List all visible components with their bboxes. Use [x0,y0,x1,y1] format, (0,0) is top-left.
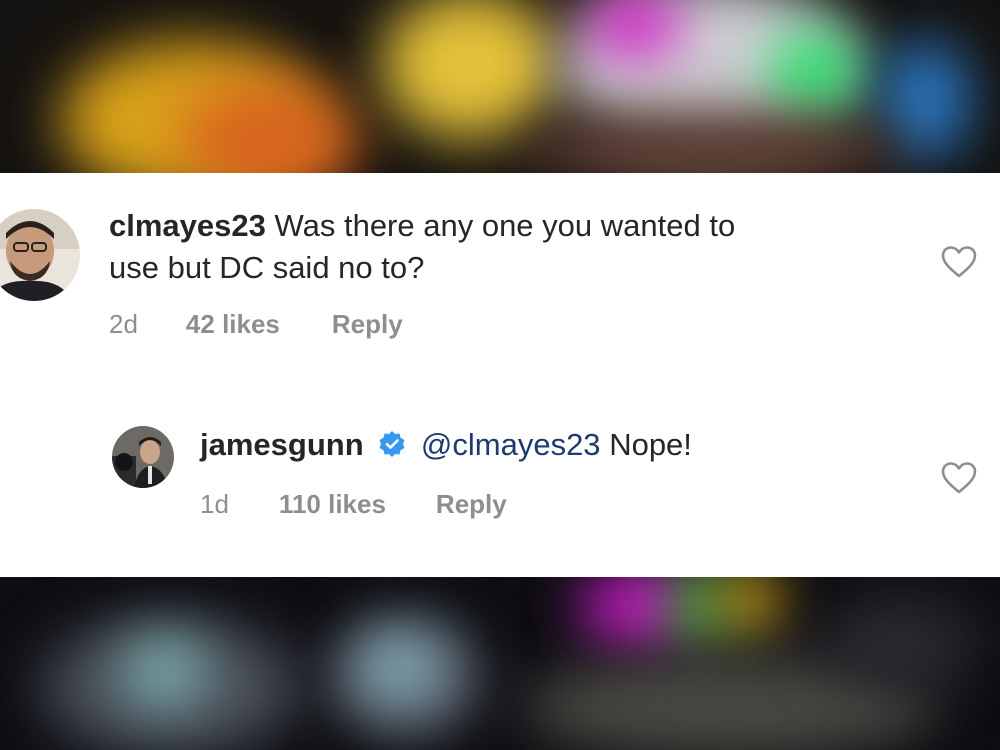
reply-button[interactable]: Reply [332,309,403,340]
heart-outline-icon[interactable] [941,461,977,495]
reply-likes[interactable]: 110 likes [279,489,386,520]
reply-username[interactable]: jamesgunn [200,427,364,462]
avatar[interactable] [0,209,80,301]
verified-badge-icon [379,431,405,457]
blurred-background-bottom [0,577,1000,750]
blurred-background-top [0,0,1000,173]
reply-button[interactable]: Reply [436,489,507,520]
avatar[interactable] [112,426,174,488]
comment-username[interactable]: clmayes23 [109,208,266,243]
comment-body-line1: Was there any one you wanted to [274,208,736,243]
reply-meta: 1d 110 likes Reply [200,489,507,520]
comment-likes[interactable]: 42 likes [186,309,280,340]
reply-mention[interactable]: @clmayes23 [421,427,601,462]
comment-body-line2: use but DC said no to? [109,250,425,285]
comment-meta: 2d 42 likes Reply [109,309,403,340]
comment-text: clmayes23 Was there any one you wanted t… [109,205,735,247]
reply-age: 1d [200,489,229,519]
reply-body: Nope! [609,427,692,462]
reply-text: jamesgunn @clmayes23 Nope! [200,424,692,466]
comment-age: 2d [109,309,138,339]
comments-panel: clmayes23 Was there any one you wanted t… [0,173,1000,577]
reply-item: jamesgunn @clmayes23 Nope! 1d 110 likes … [0,373,1000,577]
heart-outline-icon[interactable] [941,245,977,279]
comment-item: clmayes23 Was there any one you wanted t… [0,173,1000,373]
